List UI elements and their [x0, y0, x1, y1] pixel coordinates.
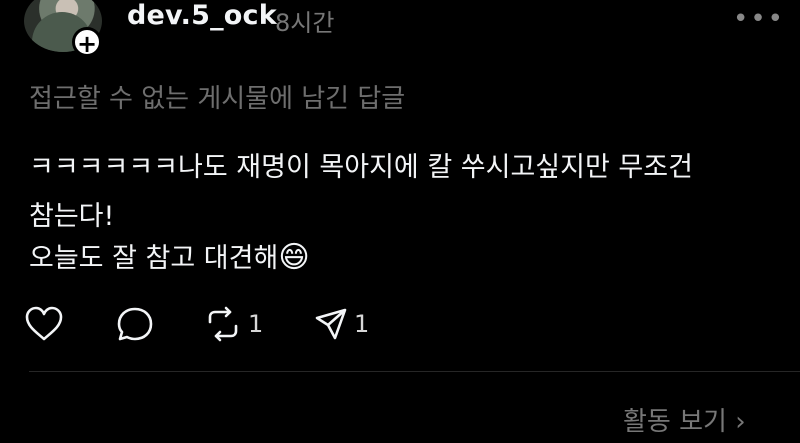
- divider: [29, 371, 800, 372]
- send-icon: [314, 307, 348, 341]
- more-options-button[interactable]: •••: [733, 4, 785, 34]
- repost-button[interactable]: 1: [204, 306, 263, 342]
- share-count: 1: [354, 310, 370, 338]
- post-text-line-3: 오늘도 잘 참고 대견해😄: [29, 236, 749, 275]
- follow-add-button[interactable]: +: [72, 27, 102, 58]
- share-button[interactable]: 1: [314, 306, 369, 342]
- comment-button[interactable]: [116, 306, 160, 342]
- chevron-right-icon: ›: [735, 407, 746, 437]
- post-time: 8시간: [275, 9, 335, 37]
- post-text-line-2: 참는다!: [29, 201, 115, 232]
- username[interactable]: dev.5_ock: [127, 0, 277, 31]
- view-activity-label: 활동 보기: [623, 407, 727, 437]
- post-actions: 1 1: [24, 306, 384, 342]
- post-text-line-3-text: 오늘도 잘 참고 대견해: [29, 243, 279, 274]
- grinning-emoji: 😄: [278, 240, 310, 275]
- like-button[interactable]: [24, 306, 70, 342]
- repost-count: 1: [248, 310, 264, 338]
- heart-icon: [24, 306, 64, 342]
- repost-icon: [204, 306, 242, 342]
- view-activity-link[interactable]: 활동 보기 ›: [623, 401, 746, 438]
- speech-bubble-icon: [116, 306, 154, 342]
- reply-notice: 접근할 수 없는 게시물에 남긴 답글: [29, 84, 406, 114]
- post-text-line-1: ㅋㅋㅋㅋㅋㅋ나도 재명이 목아지에 칼 쑤시고싶지만 무조건: [29, 152, 693, 183]
